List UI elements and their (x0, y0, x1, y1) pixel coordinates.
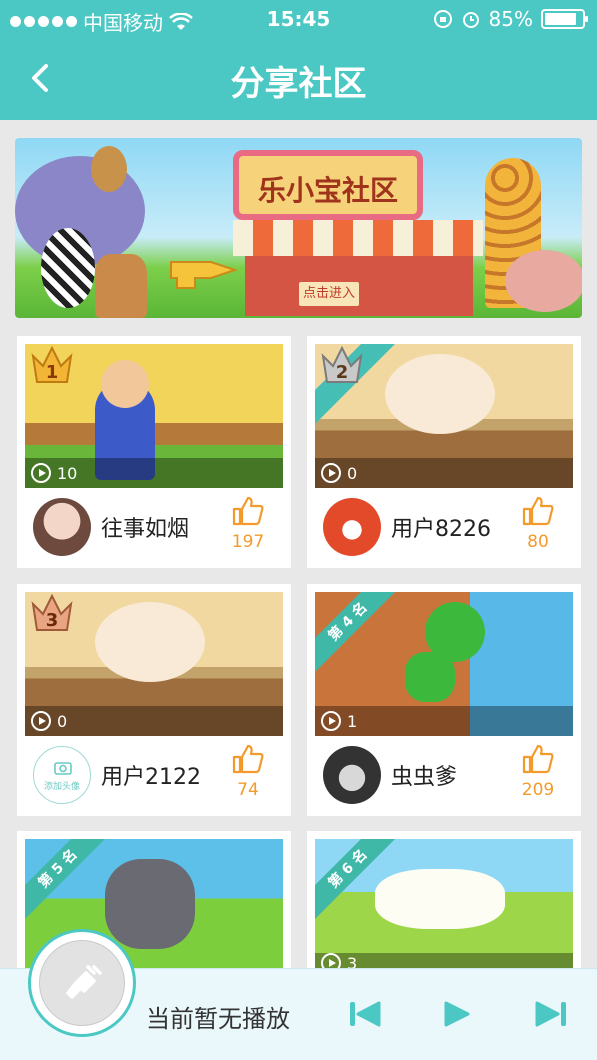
battery-percent: 85% (488, 7, 533, 31)
play-circle-icon (321, 711, 341, 731)
play-circle-icon (321, 463, 341, 483)
like-button[interactable]: 80 (513, 496, 563, 552)
like-count: 209 (521, 780, 555, 800)
like-button[interactable]: 197 (223, 496, 273, 552)
share-card[interactable]: 10 1 往事如烟 197 (17, 336, 291, 568)
plug-icon (66, 965, 102, 999)
avatar[interactable] (33, 498, 91, 556)
mouse-illustration (95, 602, 205, 682)
thumbs-up-icon (232, 496, 264, 526)
owl-illustration (91, 146, 127, 192)
like-count: 80 (527, 532, 549, 552)
hippo-illustration (505, 250, 582, 312)
avatar[interactable] (323, 498, 381, 556)
share-card[interactable]: 1 第 4 名 虫虫爹 209 (307, 584, 581, 816)
gold-crown-icon: 1 (31, 345, 73, 383)
next-button[interactable] (534, 999, 568, 1029)
thumbs-up-icon (522, 496, 554, 526)
enter-button[interactable]: 点击进入 (297, 280, 361, 308)
zebra-illustration (41, 228, 95, 308)
share-card[interactable]: 3 第 6 名 (307, 831, 581, 973)
play-circle-icon (31, 463, 51, 483)
pointing-hand-icon (170, 261, 239, 289)
user-name[interactable]: 用户8226 (391, 511, 491, 543)
community-sign: 乐小宝社区 (233, 150, 423, 220)
like-count: 74 (237, 780, 259, 800)
status-bar: 中国移动 15:45 85% (0, 0, 597, 40)
audio-player: 当前暂无播放 (0, 929, 597, 1060)
play-button[interactable] (440, 999, 474, 1029)
camera-icon (54, 762, 72, 775)
add-avatar-label: 添加头像 (43, 782, 80, 792)
top-bar: 中国移动 15:45 85% 分享社区 (0, 0, 597, 120)
player-disc[interactable] (28, 929, 136, 1037)
rank-ribbon: 第 4 名 (315, 592, 395, 672)
battery-fill (545, 13, 576, 25)
mouse-illustration (385, 354, 495, 434)
battery-icon (541, 9, 588, 29)
community-house: 乐小宝社区 点击进入 (233, 150, 483, 316)
user-name[interactable]: 用户2122 (101, 759, 201, 791)
wolf-illustration (105, 859, 195, 949)
avatar[interactable]: 添加头像 (33, 746, 91, 804)
bronze-crown-icon: 3 (31, 593, 73, 631)
thumbs-up-icon (232, 744, 264, 774)
community-banner[interactable]: 乐小宝社区 点击进入 (15, 138, 582, 318)
avatar[interactable] (323, 746, 381, 804)
share-card[interactable]: 0 2 用户8226 80 (307, 336, 581, 568)
play-count: 10 (25, 458, 283, 488)
user-name[interactable]: 往事如烟 (101, 511, 189, 543)
rotation-lock-icon (433, 10, 452, 28)
page-title: 分享社区 (230, 64, 367, 104)
like-button[interactable]: 74 (223, 744, 273, 800)
play-count: 1 (315, 706, 573, 736)
play-circle-icon (31, 711, 51, 731)
deer-illustration (95, 254, 147, 318)
rank-ribbon: 第 5 名 (25, 839, 105, 919)
rank-label: 3 (46, 610, 59, 631)
previous-button[interactable] (348, 999, 382, 1029)
thumbs-up-icon (522, 744, 554, 774)
share-card[interactable]: 0 3 添加头像 用户2122 74 (17, 584, 291, 816)
rank-label: 1 (46, 362, 59, 383)
now-playing-status: 当前暂无播放 (146, 1005, 290, 1033)
play-count: 0 (315, 458, 573, 488)
rank-ribbon: 第 6 名 (315, 839, 395, 919)
silver-crown-icon: 2 (321, 345, 363, 383)
like-button[interactable]: 209 (513, 744, 563, 800)
play-count: 0 (25, 706, 283, 736)
nav-bar: 分享社区 (0, 40, 597, 120)
like-count: 197 (231, 532, 265, 552)
rank-label: 2 (336, 362, 349, 383)
alarm-icon (462, 12, 479, 28)
user-name[interactable]: 虫虫爹 (391, 759, 457, 791)
